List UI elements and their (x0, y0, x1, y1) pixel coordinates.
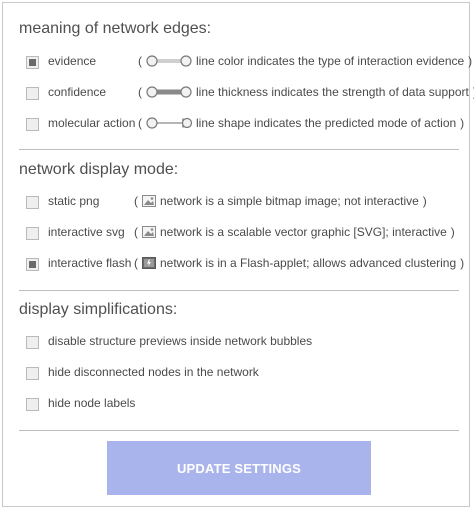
settings-panel: meaning of network edges: evidence ( lin… (2, 2, 474, 507)
disable-previews-label: disable structure previews inside networ… (48, 334, 313, 348)
molecular-action-checkbox[interactable] (26, 117, 39, 131)
divider (19, 149, 459, 150)
static-png-checkbox[interactable] (26, 195, 39, 209)
paren-close: ) (468, 54, 473, 68)
paren-close: ) (460, 116, 465, 130)
evidence-description-text: line color indicates the type of interac… (196, 54, 465, 68)
static-png-description: ( network is a simple bitmap image; not … (134, 194, 427, 208)
edge-color-icon (146, 55, 192, 67)
interactive-svg-description-text: network is a scalable vector graphic [SV… (160, 225, 447, 239)
hide-labels-checkbox[interactable] (26, 397, 39, 411)
edge-thickness-icon (146, 86, 192, 98)
option-hide-labels[interactable]: hide node labels (26, 395, 166, 413)
edge-shape-icon (146, 117, 192, 129)
interactive-flash-checkbox[interactable] (26, 257, 39, 271)
interactive-flash-description-text: network is in a Flash-applet; allows adv… (160, 256, 457, 270)
evidence-description: ( line color indicates the type of inter… (138, 54, 472, 68)
paren-open: ( (138, 54, 142, 68)
confidence-checkbox[interactable] (26, 86, 39, 100)
paren-open: ( (134, 194, 138, 208)
display-section-title: network display mode: (19, 161, 179, 178)
molecular-action-description-text: line shape indicates the predicted mode … (196, 116, 457, 130)
paren-close: ) (450, 225, 455, 239)
paren-close: ) (460, 256, 465, 270)
option-interactive-flash[interactable]: interactive flash ( network is in a Flas… (26, 255, 466, 273)
molecular-action-label: molecular action (48, 116, 136, 130)
confidence-label: confidence (48, 85, 107, 99)
edges-section-title: meaning of network edges: (19, 20, 212, 37)
paren-open: ( (134, 256, 138, 270)
option-static-png[interactable]: static png ( network is a simple bitmap … (26, 193, 446, 211)
update-settings-button[interactable]: UPDATE SETTINGS (107, 441, 371, 495)
simplify-section-title: display simplifications: (19, 301, 178, 318)
evidence-checkbox[interactable] (26, 55, 39, 69)
option-molecular-action[interactable]: molecular action ( line shape indicates … (26, 115, 464, 133)
interactive-flash-description: ( network is in a Flash-applet; allows a… (134, 256, 464, 270)
divider (19, 430, 459, 431)
hide-labels-label: hide node labels (48, 396, 136, 410)
option-evidence[interactable]: evidence ( line color indicates the type… (26, 53, 472, 71)
static-png-description-text: network is a simple bitmap image; not in… (160, 194, 419, 208)
paren-open: ( (138, 116, 142, 130)
divider (19, 290, 459, 291)
hide-disconnected-checkbox[interactable] (26, 366, 39, 380)
option-hide-disconnected[interactable]: hide disconnected nodes in the network (26, 364, 286, 382)
flash-applet-icon (142, 257, 156, 269)
disable-previews-checkbox[interactable] (26, 335, 39, 349)
evidence-label: evidence (48, 54, 97, 68)
option-interactive-svg[interactable]: interactive svg ( network is a scalable … (26, 224, 456, 242)
molecular-action-description: ( line shape indicates the predicted mod… (138, 116, 464, 130)
confidence-description: ( line thickness indicates the strength … (138, 85, 474, 99)
interactive-svg-checkbox[interactable] (26, 226, 39, 240)
interactive-svg-description: ( network is a scalable vector graphic [… (134, 225, 455, 239)
paren-close: ) (422, 194, 427, 208)
paren-open: ( (134, 225, 138, 239)
interactive-svg-label: interactive svg (48, 225, 125, 239)
static-png-label: static png (48, 194, 100, 208)
option-disable-previews[interactable]: disable structure previews inside networ… (26, 333, 326, 351)
option-confidence[interactable]: confidence ( line thickness indicates th… (26, 84, 474, 102)
paren-open: ( (138, 85, 142, 99)
vector-image-icon (142, 226, 156, 238)
hide-disconnected-label: hide disconnected nodes in the network (48, 365, 259, 379)
interactive-flash-label: interactive flash (48, 256, 132, 270)
confidence-description-text: line thickness indicates the strength of… (196, 85, 469, 99)
bitmap-image-icon (142, 195, 156, 207)
